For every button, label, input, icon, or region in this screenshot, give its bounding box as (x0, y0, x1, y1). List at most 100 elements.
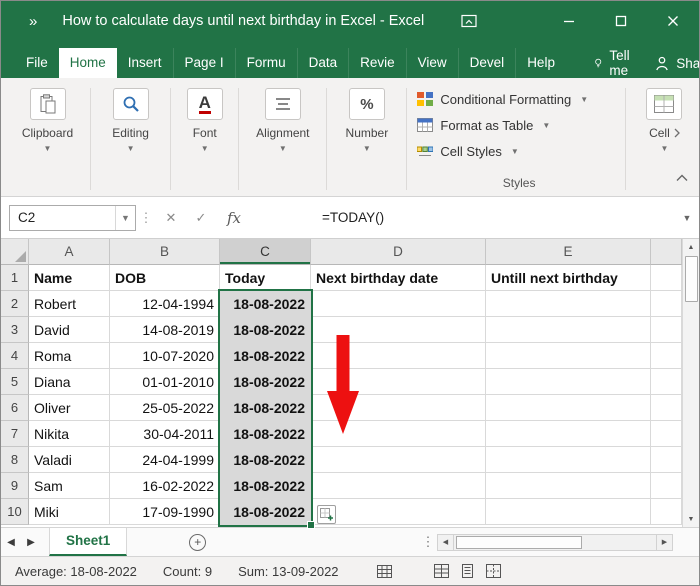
cell-e1[interactable]: Untill next birthday (486, 265, 651, 291)
cell-c1[interactable]: Today (220, 265, 311, 291)
select-all-corner[interactable] (1, 239, 29, 265)
formula-bar-grip[interactable]: ⋮ (136, 210, 156, 226)
tab-file[interactable]: File (15, 48, 59, 78)
grid-view-icon[interactable] (377, 565, 392, 581)
autofill-options-button[interactable] (317, 505, 336, 524)
cell-c4[interactable]: 18-08-2022 (220, 343, 311, 369)
column-header-a[interactable]: A (29, 239, 110, 265)
cell-e6[interactable] (486, 395, 651, 421)
tab-home[interactable]: Home (58, 48, 117, 78)
insert-function-button[interactable]: fx (216, 209, 252, 227)
cell-a9[interactable]: Sam (29, 473, 110, 499)
column-header-c[interactable]: C (220, 239, 311, 265)
tab-data[interactable]: Data (296, 48, 349, 78)
cell-c2[interactable]: 18-08-2022 (220, 291, 311, 317)
new-sheet-button[interactable]: + (189, 533, 207, 551)
cell-c7[interactable]: 18-08-2022 (220, 421, 311, 447)
column-header-d[interactable]: D (311, 239, 486, 265)
row-header-4[interactable]: 4 (1, 343, 29, 369)
cell-c10[interactable]: 18-08-2022 (220, 499, 311, 525)
row-header-5[interactable]: 5 (1, 369, 29, 395)
scroll-up-button[interactable]: ▲ (683, 239, 700, 255)
cell-d2[interactable] (311, 291, 486, 317)
cell-c9[interactable]: 18-08-2022 (220, 473, 311, 499)
vertical-scrollbar-thumb[interactable] (684, 256, 698, 302)
cell-b6[interactable]: 25-05-2022 (110, 395, 220, 421)
cell-b3[interactable]: 14-08-2019 (110, 317, 220, 343)
cell-b7[interactable]: 30-04-2011 (110, 421, 220, 447)
chevron-down-icon[interactable]: ▼ (115, 205, 135, 230)
expand-formula-bar-button[interactable]: ▼ (675, 213, 699, 223)
cell-a7[interactable]: Nikita (29, 421, 110, 447)
row-header-2[interactable]: 2 (1, 291, 29, 317)
cell-a10[interactable]: Miki (29, 499, 110, 525)
tab-review[interactable]: Revie (348, 48, 406, 78)
scroll-right-button[interactable]: ▶ (656, 533, 673, 551)
tab-view[interactable]: View (405, 48, 458, 78)
row-header-6[interactable]: 6 (1, 395, 29, 421)
vertical-scrollbar[interactable]: ▲ ▼ (682, 239, 699, 527)
share-button[interactable]: Share (645, 48, 699, 78)
quick-access-toolbar-icon[interactable]: » (29, 13, 37, 30)
tell-me-button[interactable]: Tell me (584, 48, 645, 78)
font-group-button[interactable]: A Font ▼ (175, 86, 234, 192)
ribbon-display-options-button[interactable] (452, 1, 486, 41)
cell-c5[interactable]: 18-08-2022 (220, 369, 311, 395)
scroll-down-button[interactable]: ▼ (683, 511, 700, 527)
cell-d1[interactable]: Next birthday date (311, 265, 486, 291)
cell-a1[interactable]: Name (29, 265, 110, 291)
row-header-8[interactable]: 8 (1, 447, 29, 473)
horizontal-scrollbar[interactable] (454, 533, 656, 551)
page-layout-view-button[interactable] (460, 564, 475, 581)
number-group-button[interactable]: % Number ▼ (331, 86, 402, 192)
enter-formula-button[interactable]: ✓ (186, 210, 216, 226)
cell-b8[interactable]: 24-04-1999 (110, 447, 220, 473)
cell-b5[interactable]: 01-01-2010 (110, 369, 220, 395)
previous-sheet-button[interactable]: ◀ (1, 537, 21, 548)
tab-page-layout[interactable]: Page I (172, 48, 235, 78)
conditional-formatting-button[interactable]: Conditional Formatting ▼ (417, 86, 620, 112)
cell-b1[interactable]: DOB (110, 265, 220, 291)
formula-input[interactable]: =TODAY() (252, 205, 675, 231)
cell-d9[interactable] (311, 473, 486, 499)
cell-c6[interactable]: 18-08-2022 (220, 395, 311, 421)
cell-b4[interactable]: 10-07-2020 (110, 343, 220, 369)
horizontal-scrollbar-thumb[interactable] (456, 535, 582, 549)
tab-help[interactable]: Help (515, 48, 566, 78)
alignment-group-button[interactable]: Alignment ▼ (243, 86, 322, 192)
cell-a5[interactable]: Diana (29, 369, 110, 395)
cell-styles-button[interactable]: Cell Styles ▼ (417, 138, 620, 164)
cell-a2[interactable]: Robert (29, 291, 110, 317)
scroll-left-button[interactable]: ◀ (437, 533, 454, 551)
name-box[interactable]: C2 ▼ (9, 204, 136, 231)
cell-d10[interactable] (311, 499, 486, 525)
cell-e3[interactable] (486, 317, 651, 343)
sheet-tab-sheet1[interactable]: Sheet1 (49, 528, 128, 556)
page-break-preview-button[interactable] (486, 564, 501, 581)
column-header-e[interactable]: E (486, 239, 651, 265)
cell-a3[interactable]: David (29, 317, 110, 343)
cell-e4[interactable] (486, 343, 651, 369)
cell-b10[interactable]: 17-09-1990 (110, 499, 220, 525)
cell-e7[interactable] (486, 421, 651, 447)
tab-formulas[interactable]: Formu (234, 48, 297, 78)
next-sheet-button[interactable]: ▶ (21, 537, 41, 548)
cell-e5[interactable] (486, 369, 651, 395)
cell-a8[interactable]: Valadi (29, 447, 110, 473)
cell-b9[interactable]: 16-02-2022 (110, 473, 220, 499)
row-header-1[interactable]: 1 (1, 265, 29, 291)
normal-view-button[interactable] (434, 564, 449, 581)
cancel-formula-button[interactable]: ✕ (156, 210, 186, 226)
format-as-table-button[interactable]: Format as Table ▼ (417, 112, 620, 138)
tab-splitter-grip[interactable]: ⋮ (419, 534, 437, 550)
cell-b2[interactable]: 12-04-1994 (110, 291, 220, 317)
maximize-button[interactable] (595, 1, 647, 41)
close-button[interactable] (647, 1, 699, 41)
minimize-button[interactable] (543, 1, 595, 41)
cell-a6[interactable]: Oliver (29, 395, 110, 421)
tab-developer[interactable]: Devel (457, 48, 516, 78)
column-header-b[interactable]: B (110, 239, 220, 265)
collapse-ribbon-button[interactable] (675, 170, 689, 188)
cell-c8[interactable]: 18-08-2022 (220, 447, 311, 473)
cell-e8[interactable] (486, 447, 651, 473)
